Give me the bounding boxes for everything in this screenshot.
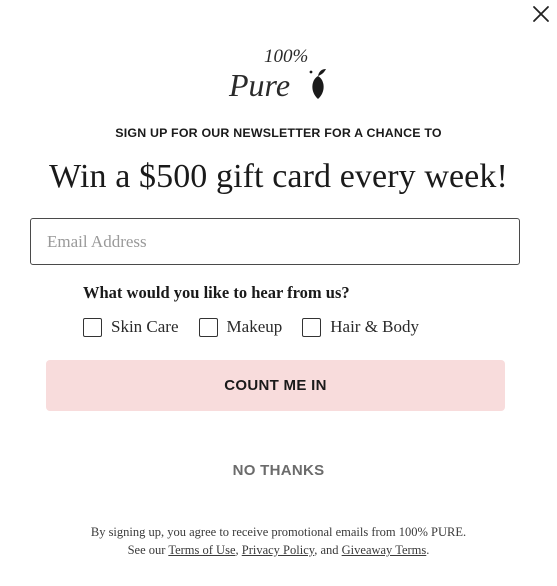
and-text: , and	[314, 543, 339, 557]
newsletter-eyebrow: SIGN UP FOR OUR NEWSLETTER FOR A CHANCE …	[115, 126, 442, 140]
close-icon	[533, 6, 549, 22]
no-thanks-button[interactable]: NO THANKS	[233, 462, 325, 479]
count-me-in-button[interactable]: COUNT ME IN	[46, 360, 505, 411]
option-hair-body[interactable]: Hair & Body	[302, 317, 419, 337]
option-label: Hair & Body	[330, 317, 420, 336]
terms-of-use-link[interactable]: Terms of Use	[168, 543, 235, 557]
skin-care-checkbox[interactable]	[83, 317, 102, 337]
disclaimer-line-1: By signing up, you agree to receive prom…	[90, 525, 467, 539]
privacy-policy-link[interactable]: Privacy Policy	[242, 543, 314, 557]
see-our-text: See our	[127, 543, 166, 557]
separator-text: ,	[235, 543, 239, 557]
brand-logo: 100% Pure	[0, 42, 557, 106]
option-makeup[interactable]: Makeup	[198, 317, 283, 337]
headline: Win a $500 gift card every week!	[49, 158, 508, 195]
option-label: Makeup	[226, 317, 283, 336]
makeup-checkbox[interactable]	[198, 317, 218, 337]
disclaimer-line-2: See our Terms of Use, Privacy Policy, an…	[0, 541, 557, 559]
logo-script-text: Pure	[228, 67, 290, 103]
logo-mark: 100% Pure	[228, 46, 326, 103]
option-skin-care[interactable]: Skin Care	[83, 317, 179, 337]
fruit-icon	[309, 69, 326, 99]
interest-question: What would you like to hear from us?	[83, 283, 350, 302]
option-label: Skin Care	[111, 317, 179, 336]
period-text: .	[426, 543, 430, 557]
no-thanks-container: NO THANKS	[0, 462, 557, 479]
hair-body-checkbox[interactable]	[302, 317, 322, 337]
giveaway-terms-link[interactable]: Giveaway Terms	[342, 543, 427, 557]
logo-percent-text: 100%	[264, 46, 308, 67]
interest-options: Skin Care Makeup Hair & Body	[83, 317, 439, 337]
disclaimer: By signing up, you agree to receive prom…	[0, 523, 557, 559]
email-input[interactable]	[30, 218, 520, 265]
close-button[interactable]	[529, 2, 553, 26]
